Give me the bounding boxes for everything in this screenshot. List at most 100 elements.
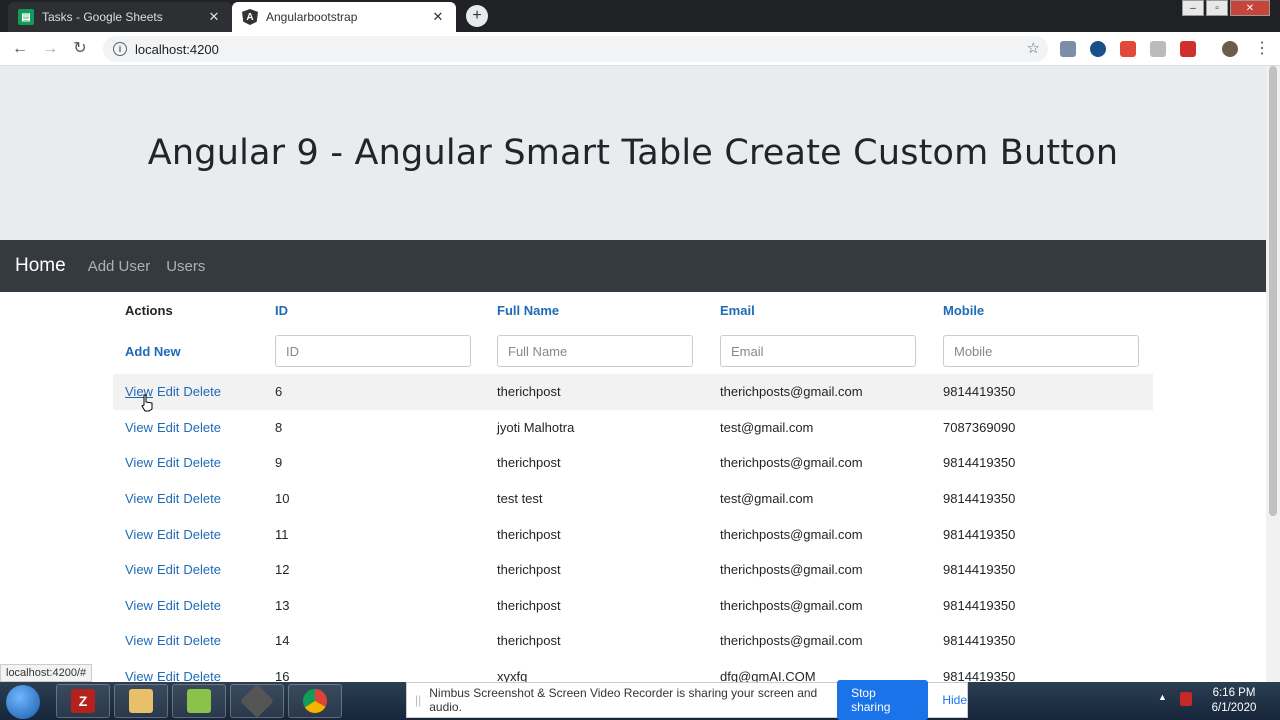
edit-link[interactable]: Edit [157, 455, 179, 470]
table-row: View Edit Delete 12 therichpost therichposts@… [113, 552, 1153, 588]
top-navbar: Home Add User Users [0, 240, 1266, 292]
header-email[interactable]: Email [720, 292, 755, 328]
cors-extension-icon[interactable] [1180, 41, 1196, 57]
taskbar-clock[interactable]: 6:16 PM 6/1/2020 [1204, 686, 1264, 716]
edit-link[interactable]: Edit [157, 669, 179, 682]
cell-email: therichposts@gmail.com [720, 384, 863, 400]
bookmark-star-icon[interactable]: ☆ [1027, 39, 1040, 57]
edit-link[interactable]: Edit [157, 633, 179, 648]
header-mobile[interactable]: Mobile [943, 292, 984, 328]
minimize-icon[interactable]: – [1182, 0, 1204, 16]
sharing-message: Nimbus Screenshot & Screen Video Recorde… [429, 686, 818, 714]
header-id[interactable]: ID [275, 292, 288, 328]
view-link[interactable]: View [125, 491, 153, 506]
delete-link[interactable]: Delete [183, 598, 221, 613]
edit-link[interactable]: Edit [157, 527, 179, 542]
drag-handle-icon[interactable]: || [415, 693, 421, 707]
row-actions: View Edit Delete [125, 623, 225, 659]
delete-link[interactable]: Delete [183, 527, 221, 542]
cell-full-name: xyxfg [497, 669, 528, 682]
delete-link[interactable]: Delete [183, 384, 221, 399]
edit-link[interactable]: Edit [157, 598, 179, 613]
view-link[interactable]: View [125, 562, 153, 577]
delete-link[interactable]: Delete [183, 669, 221, 682]
cell-email: dfg@gmAI.COM [720, 669, 816, 682]
cell-full-name: therichpost [497, 633, 561, 649]
window-controls: – ▫ ✕ [1180, 0, 1270, 18]
tray-arrow-icon[interactable]: ▲ [1158, 692, 1167, 720]
angular-icon: A [242, 9, 258, 25]
cell-id: 10 [275, 491, 290, 507]
cell-mobile: 9814419350 [943, 633, 1016, 649]
cell-id: 14 [275, 633, 290, 649]
table-row: View Edit Delete 10 test test test@gmail.com 9… [113, 481, 1153, 517]
view-link[interactable]: View [125, 598, 153, 613]
extension-icon[interactable] [1060, 41, 1076, 57]
forward-arrow-icon[interactable]: → [40, 40, 60, 58]
clock-date: 6/1/2020 [1211, 702, 1257, 714]
row-actions: View Edit Delete [125, 445, 225, 481]
reload-icon[interactable]: ↻ [70, 40, 90, 58]
avatar[interactable] [1222, 41, 1238, 57]
close-window-icon[interactable]: ✕ [1230, 0, 1270, 16]
cell-mobile: 9814419350 [943, 384, 1016, 400]
delete-link[interactable]: Delete [183, 420, 221, 435]
row-actions: View Edit Delete [125, 659, 225, 682]
edit-link[interactable]: Edit [157, 384, 179, 399]
edit-link[interactable]: Edit [157, 562, 179, 577]
mobile-filter-input[interactable] [943, 335, 1139, 367]
view-link[interactable]: View [125, 633, 153, 648]
nav-home[interactable]: Home [15, 255, 66, 277]
full-name-filter-input[interactable] [497, 335, 693, 367]
id-filter-input[interactable] [275, 335, 471, 367]
url-bar[interactable]: i localhost:4200 ☆ [103, 36, 1048, 62]
tray-app-icon[interactable] [1180, 692, 1192, 706]
cell-full-name: therichpost [497, 562, 561, 578]
address-toolbar: ← → ↻ i localhost:4200 ☆ ⋮ [0, 32, 1280, 66]
add-new-button[interactable]: Add New [125, 328, 181, 374]
page-scrollbar[interactable] [1266, 66, 1280, 682]
delete-link[interactable]: Delete [183, 455, 221, 470]
delete-link[interactable]: Delete [183, 491, 221, 506]
edit-link[interactable]: Edit [157, 491, 179, 506]
header-full-name[interactable]: Full Name [497, 292, 559, 328]
hide-button[interactable]: Hide [942, 693, 967, 707]
cell-mobile: 9814419350 [943, 526, 1016, 542]
nav-add-user[interactable]: Add User [88, 258, 151, 275]
start-button[interactable] [6, 685, 40, 719]
taskbar-chrome[interactable] [288, 684, 342, 718]
status-url-tooltip: localhost:4200/# [0, 664, 93, 682]
delete-link[interactable]: Delete [183, 633, 221, 648]
tab-angularbootstrap[interactable]: A Angularbootstrap ✕ [232, 2, 456, 32]
tab-google-sheets[interactable]: ▤ Tasks - Google Sheets ✕ [8, 2, 232, 32]
taskbar-git[interactable] [230, 684, 284, 718]
view-link[interactable]: View [125, 527, 153, 542]
edit-link[interactable]: Edit [157, 420, 179, 435]
email-filter-input[interactable] [720, 335, 916, 367]
row-actions: View Edit Delete [125, 552, 225, 588]
scrollbar-thumb[interactable] [1269, 66, 1277, 516]
cell-full-name: therichpost [497, 455, 561, 471]
back-arrow-icon[interactable]: ← [10, 40, 30, 58]
nav-users[interactable]: Users [166, 258, 205, 275]
extension-icon[interactable] [1120, 41, 1136, 57]
shield-icon[interactable] [1150, 41, 1166, 57]
close-tab-icon[interactable]: ✕ [430, 9, 446, 25]
taskbar-filezilla[interactable]: Z [56, 684, 110, 718]
delete-link[interactable]: Delete [183, 562, 221, 577]
view-link[interactable]: View [125, 455, 153, 470]
info-icon[interactable]: i [113, 42, 127, 56]
close-tab-icon[interactable]: ✕ [206, 9, 222, 25]
view-link[interactable]: View [125, 420, 153, 435]
maximize-icon[interactable]: ▫ [1206, 0, 1228, 16]
new-tab-button[interactable]: + [466, 5, 488, 27]
extension-icon[interactable] [1090, 41, 1106, 57]
stop-sharing-button[interactable]: Stop sharing [837, 680, 929, 720]
table-row: View Edit Delete 8 jyoti Malhotra test@gmail.… [113, 410, 1153, 446]
table-row: View Edit Delete 6 therichpost therichposts@g… [113, 374, 1153, 410]
taskbar-explorer[interactable] [114, 684, 168, 718]
taskbar-notepad[interactable] [172, 684, 226, 718]
cell-id: 13 [275, 597, 290, 613]
view-link[interactable]: View [125, 669, 153, 682]
menu-dots-icon[interactable]: ⋮ [1252, 40, 1272, 58]
